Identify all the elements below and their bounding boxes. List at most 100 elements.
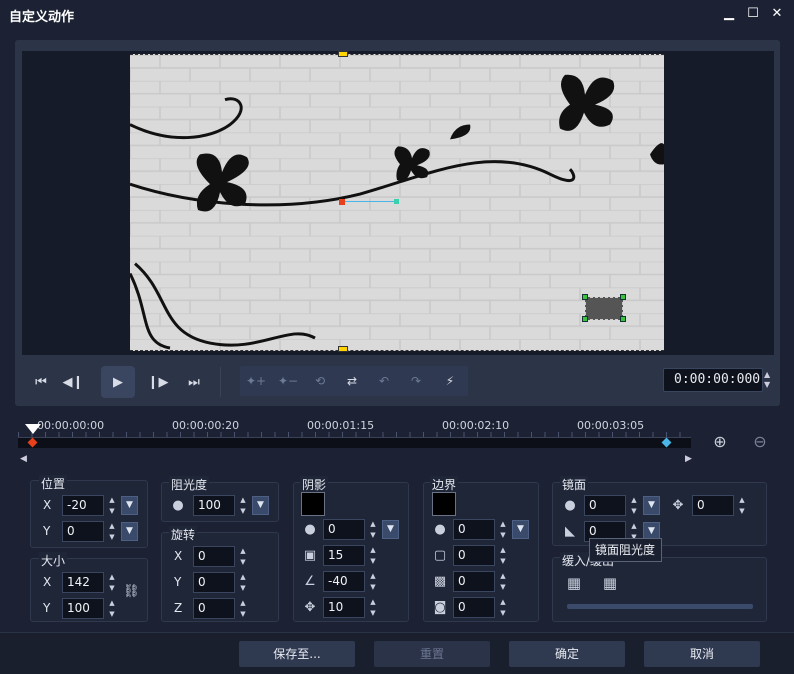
rotation-z-spinner[interactable]: ▲ ▼ [236,598,250,619]
border-width-field[interactable]: 0 [453,545,495,566]
border-width-spinner[interactable]: ▲ ▼ [496,545,510,566]
minimize-icon[interactable]: ▁ [720,5,738,23]
previous-keyframe-icon[interactable]: ↶ [368,366,400,396]
save-to-button[interactable]: 保存至... [239,641,355,667]
go-to-start-icon[interactable]: ⏮ [26,367,56,397]
rotation-z-label: Z [174,601,183,615]
mirror-distance-spinner[interactable]: ▲ ▼ [735,495,749,516]
border-opacity-spinner[interactable]: ▲ ▼ [496,519,510,540]
fade-in-icon[interactable]: ▦ [566,575,582,591]
shadow-blur-spinner[interactable]: ▲ ▼ [366,545,380,566]
timecode-spinner[interactable]: ▲ ▼ [764,370,774,392]
window-title: 自定义动作 [9,9,75,25]
maximize-icon[interactable]: ☐ [744,5,762,23]
shadow-angle-field[interactable]: -40 [323,571,365,592]
border-color-swatch[interactable] [432,492,456,516]
bottom-bar: 保存至... 重置 确定 取消 [0,632,794,674]
shadow-distance-field[interactable]: 10 [323,597,365,618]
playhead[interactable] [25,424,41,434]
zoom-in-icon[interactable]: ⊕ [709,432,731,454]
border-blur-field[interactable]: 0 [453,571,495,592]
top-center-handle[interactable] [338,51,348,57]
opacity-dropdown[interactable]: ▼ [252,496,269,515]
position-y-field[interactable]: 0 [62,521,104,542]
shadow-opacity-spinner[interactable]: ▲ ▼ [366,519,380,540]
position-x-spinner[interactable]: ▲ ▼ [105,495,119,516]
selected-object[interactable] [585,297,623,320]
reverse-icon[interactable]: ⇄ [336,366,368,396]
opacity-title: 阻光度 [169,476,210,493]
mirror-distance-icon: ✥ [672,498,684,513]
cancel-button[interactable]: 取消 [644,641,760,667]
resize-handle[interactable] [582,294,588,300]
opacity-field[interactable]: 100 [193,495,235,516]
rotation-y-spinner[interactable]: ▲ ▼ [236,572,250,593]
bottom-center-handle[interactable] [338,346,348,352]
rotation-y-field[interactable]: 0 [193,572,235,593]
timeline: 00:00:00:00 00:00:00:20 00:00:01:15 00:0… [15,412,780,472]
close-icon[interactable]: ✕ [768,5,786,23]
shadow-opacity-field[interactable]: 0 [323,519,365,540]
previous-frame-icon[interactable]: ◀❙ [58,367,88,397]
size-title: 大小 [39,552,68,569]
shadow-angle-spinner[interactable]: ▲ ▼ [366,571,380,592]
ok-button[interactable]: 确定 [509,641,625,667]
border-opacity-dropdown[interactable]: ▼ [512,520,529,539]
size-y-field[interactable]: 100 [62,598,104,619]
position-y-dropdown[interactable]: ▼ [121,522,138,541]
border-opacity-icon: ● [434,522,446,537]
shadow-distance-spinner[interactable]: ▲ ▼ [366,597,380,618]
size-x-spinner[interactable]: ▲ ▼ [105,572,119,593]
timeline-label: 00:00:01:15 [307,419,375,432]
resize-handle[interactable] [620,294,626,300]
mirror-opacity-spinner[interactable]: ▲ ▼ [627,495,641,516]
mirror-title: 镜面 [560,476,589,493]
reset-button[interactable]: 重置 [374,641,490,667]
shadow-color-swatch[interactable] [301,492,325,516]
play-button[interactable]: ▶ [101,366,135,398]
position-x-field[interactable]: -20 [62,495,104,516]
timecode-field[interactable]: 0:00:00:000 [663,368,763,392]
link-icon[interactable]: ⛓ [123,584,140,600]
rotation-z-field[interactable]: 0 [193,598,235,619]
flip-keyframe-icon[interactable]: ⟲ [304,366,336,396]
timeline-label: 00:00:00:20 [172,419,240,432]
mirror-opacity-dropdown[interactable]: ▼ [643,496,660,515]
border-fill-spinner[interactable]: ▲ ▼ [496,597,510,618]
position-x-dropdown[interactable]: ▼ [121,496,138,515]
mirror-distance-field[interactable]: 0 [692,495,734,516]
anchor-point[interactable] [339,199,345,205]
rotation-x-field[interactable]: 0 [193,546,235,567]
remove-keyframe-icon[interactable]: ✦− [272,366,304,396]
shadow-blur-field[interactable]: 15 [323,545,365,566]
opacity-spinner[interactable]: ▲ ▼ [236,495,250,516]
tooltip: 镜面阻光度 [589,538,662,562]
scroll-right-icon[interactable]: ▶ [685,454,692,464]
timeline-track[interactable] [18,437,691,448]
next-frame-icon[interactable]: ❙▶ [143,367,173,397]
fade-out-icon[interactable]: ▦ [602,575,618,591]
add-keyframe-icon[interactable]: ✦+ [240,366,272,396]
divider [220,367,221,397]
next-keyframe-icon[interactable]: ↷ [400,366,432,396]
scroll-left-icon[interactable]: ◀ [20,454,27,464]
motion-end-point[interactable] [394,199,399,204]
rotation-x-spinner[interactable]: ▲ ▼ [236,546,250,567]
resize-handle[interactable] [620,316,626,322]
title-bar: 自定义动作 ▁ ☐ ✕ [0,0,794,30]
mirror-opacity-field[interactable]: 0 [584,495,626,516]
go-to-end-icon[interactable]: ⏭ [179,367,209,397]
border-width-icon: ▢ [433,548,447,563]
border-blur-spinner[interactable]: ▲ ▼ [496,571,510,592]
size-y-spinner[interactable]: ▲ ▼ [105,598,119,619]
border-fill-field[interactable]: 0 [453,597,495,618]
smooth-path-icon[interactable]: ⚡ [434,366,466,396]
position-y-spinner[interactable]: ▲ ▼ [105,521,119,542]
resize-handle[interactable] [582,316,588,322]
fade-slider[interactable] [567,604,753,609]
zoom-out-icon[interactable]: ⊖ [749,432,771,454]
timeline-label: 00:00:02:10 [442,419,510,432]
shadow-opacity-dropdown[interactable]: ▼ [382,520,399,539]
size-x-field[interactable]: 142 [62,572,104,593]
border-opacity-field[interactable]: 0 [453,519,495,540]
